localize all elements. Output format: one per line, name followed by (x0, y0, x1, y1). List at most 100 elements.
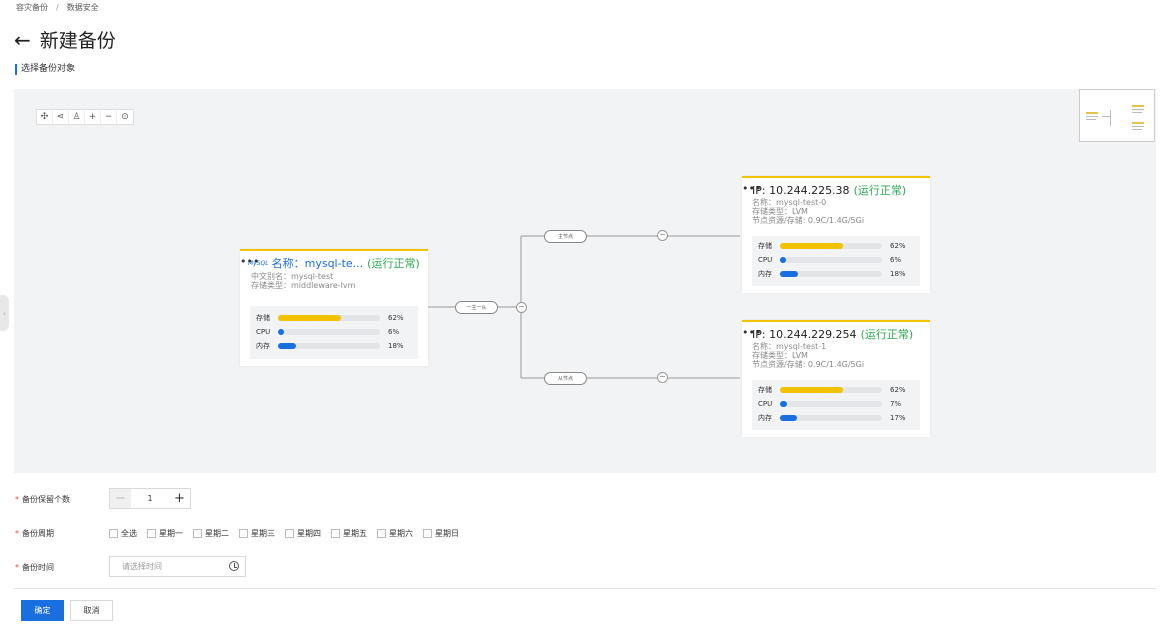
weekday-checkbox[interactable]: 星期五 (331, 528, 367, 539)
checkbox-label: 星期五 (343, 529, 367, 538)
breadcrumb-item-data-security[interactable]: 数据安全 (67, 3, 99, 12)
detail-line: 节点资源/存储: 0.9C/1.4G/5Gi (752, 216, 865, 225)
weekday-checkbox[interactable]: 星期日 (423, 528, 459, 539)
backup-time-picker[interactable]: 请选择时间 (109, 556, 246, 577)
backup-period-label: * 备份周期 (15, 529, 54, 538)
confirm-button[interactable]: 确定 (21, 600, 64, 621)
node-ip: IP: 10.244.225.38 (752, 183, 850, 197)
metric-percent: 62% (388, 314, 404, 322)
metrics-panel: 存储 62% CPU 6% 内存 18% (752, 236, 920, 286)
checkbox-box[interactable] (423, 529, 432, 538)
checkbox-box[interactable] (193, 529, 202, 538)
instance-name[interactable]: 名称：mysql-te... (272, 255, 364, 271)
metric-percent: 62% (890, 242, 906, 250)
checkbox-label: 星期四 (297, 529, 321, 538)
detail-line: 存储类型：LVM (752, 351, 808, 360)
edge-label-slave: 从节点 (544, 372, 587, 385)
checkbox-box[interactable] (377, 529, 386, 538)
section-label: 选择备份对象 (15, 64, 75, 75)
metric-row: 内存 18% (256, 339, 418, 353)
detail-line: 中文别名：mysql-test (251, 272, 334, 281)
breadcrumb-item-dr[interactable]: 容灾备份 (16, 3, 48, 12)
detail-line: 名称：mysql-test-0 (752, 198, 827, 207)
checkbox-box[interactable] (147, 529, 156, 538)
metric-bar (780, 271, 882, 277)
edge-label-master: 主节点 (544, 230, 587, 243)
arrow-left-icon[interactable]: ← (14, 30, 31, 50)
metric-bar (780, 243, 882, 249)
node-card-slave[interactable]: IP: 10.244.229.254 (运行正常) ••• 名称：mysql-t… (742, 320, 930, 437)
collapse-node-icon[interactable]: − (657, 372, 668, 383)
checkbox-box[interactable] (109, 529, 118, 538)
metric-label: CPU (758, 400, 773, 408)
metric-bar-fill (780, 401, 788, 407)
edge-label-main: 一主一从 (455, 301, 498, 314)
metric-bar (278, 329, 380, 335)
cancel-button[interactable]: 取消 (70, 600, 113, 621)
metric-percent: 17% (890, 414, 906, 422)
divider (14, 588, 1156, 589)
metric-bar-fill (780, 271, 799, 277)
metric-bar-fill (780, 243, 844, 249)
select-all-checkbox[interactable]: 全选 (109, 528, 137, 539)
checkbox-box[interactable] (239, 529, 248, 538)
metric-bar-fill (780, 387, 844, 393)
metric-label: 存储 (758, 386, 772, 394)
card-header: IP: 10.244.225.38 (运行正常) (752, 182, 906, 198)
detail-line: 节点资源/存储: 0.9C/1.4G/5Gi (752, 360, 865, 369)
metric-label: 内存 (758, 270, 772, 278)
metric-bar (278, 315, 380, 321)
metric-bar (780, 415, 882, 421)
metric-row: CPU 6% (256, 325, 418, 339)
metric-percent: 62% (890, 386, 906, 394)
more-icon[interactable]: ••• (742, 182, 761, 195)
card-header: MySQL 名称：mysql-te... (运行正常) (248, 255, 420, 271)
metric-percent: 7% (890, 400, 902, 408)
card-details: 名称：mysql-test-1 存储类型：LVM 节点资源/存储: 0.9C/1… (752, 342, 864, 369)
more-icon[interactable]: ••• (742, 326, 761, 339)
metric-row: 存储 62% (256, 311, 418, 325)
metric-bar-fill (780, 257, 787, 263)
metric-percent: 18% (890, 270, 906, 278)
metric-label: 存储 (256, 314, 270, 322)
detail-line: 存储类型：LVM (752, 207, 808, 216)
checkbox-label: 星期日 (435, 529, 459, 538)
decrement-button[interactable]: − (110, 489, 131, 508)
detail-line: 存储类型：middleware-lvm (251, 281, 356, 290)
collapse-handle[interactable]: ‹ (0, 295, 9, 331)
weekday-checkbox[interactable]: 星期四 (285, 528, 321, 539)
time-placeholder: 请选择时间 (122, 562, 162, 571)
metric-percent: 6% (388, 328, 400, 336)
metric-label: 内存 (256, 342, 270, 350)
metric-bar-fill (278, 329, 285, 335)
card-details: 中文别名：mysql-test 存储类型：middleware-lvm (251, 272, 355, 290)
metrics-panel: 存储 62% CPU 6% 内存 18% (250, 306, 418, 359)
metric-label: CPU (256, 328, 271, 336)
weekday-checkbox[interactable]: 星期三 (239, 528, 275, 539)
weekday-checkbox[interactable]: 星期六 (377, 528, 413, 539)
weekday-checkbox[interactable]: 星期二 (193, 528, 229, 539)
checkbox-label: 星期一 (159, 529, 183, 538)
metric-bar-fill (780, 415, 798, 421)
topology-canvas[interactable]: ✣ ⋖ ♙ + − ⊙ 一主一从 − 主节点 − 从节点 − MySQL 名称：mysql… (14, 89, 1156, 473)
checkbox-label: 星期六 (389, 529, 413, 538)
metric-label: 内存 (758, 414, 772, 422)
checkbox-box[interactable] (285, 529, 294, 538)
metrics-panel: 存储 62% CPU 7% 内存 17% (752, 380, 920, 430)
collapse-node-icon[interactable]: − (516, 302, 527, 313)
metric-bar-fill (278, 343, 297, 349)
metric-row: CPU 6% (758, 253, 920, 267)
more-icon[interactable]: ••• (240, 255, 259, 268)
node-card-master[interactable]: IP: 10.244.225.38 (运行正常) ••• 名称：mysql-te… (742, 176, 930, 293)
checkbox-box[interactable] (331, 529, 340, 538)
retain-count-value[interactable]: 1 (131, 494, 169, 503)
weekday-checkbox[interactable]: 星期一 (147, 528, 183, 539)
collapse-node-icon[interactable]: − (657, 230, 668, 241)
source-instance-card[interactable]: MySQL 名称：mysql-te... (运行正常) ••• 中文别名：mys… (240, 249, 428, 366)
increment-button[interactable]: + (169, 489, 190, 508)
card-details: 名称：mysql-test-0 存储类型：LVM 节点资源/存储: 0.9C/1… (752, 198, 864, 225)
breadcrumb: 容灾备份 / 数据安全 (16, 2, 99, 13)
backup-time-label: * 备份时间 (15, 563, 54, 572)
clock-icon[interactable] (229, 561, 239, 571)
metric-row: 存储 62% (758, 383, 920, 397)
